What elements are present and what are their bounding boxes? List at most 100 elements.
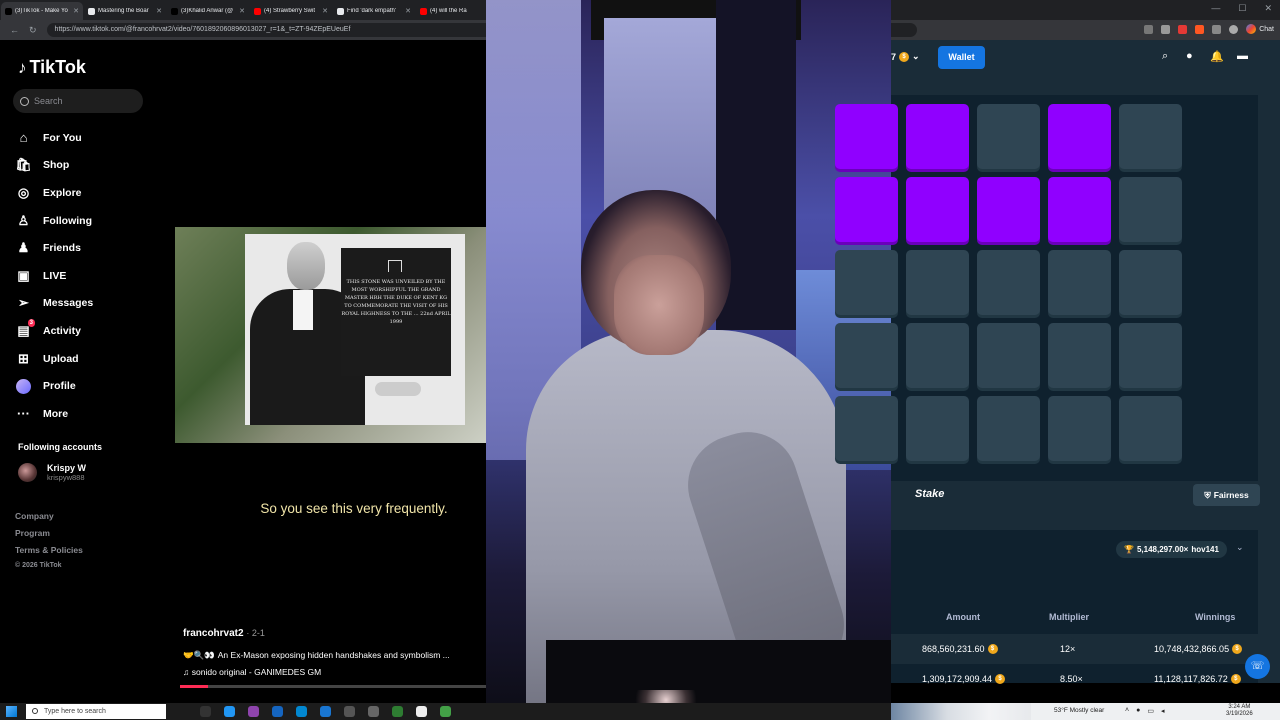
reload-icon[interactable]: ↻ <box>29 25 37 36</box>
sidebar-item-more[interactable]: ··· More <box>16 400 93 428</box>
mine-tile[interactable] <box>1119 250 1182 315</box>
gem-tile[interactable] <box>977 177 1040 242</box>
mine-tile[interactable] <box>835 177 898 242</box>
chat-button[interactable]: Chat <box>1246 24 1274 34</box>
top-win-badge[interactable]: 🏆 5,148,297.00× hov141 <box>1116 541 1227 558</box>
sidebar-item-live[interactable]: ▣ LIVE <box>16 262 93 290</box>
sidebar-item-following[interactable]: ♙ Following <box>16 207 93 235</box>
gem-tile[interactable] <box>906 177 969 242</box>
bookmark-star-icon[interactable] <box>1161 24 1171 34</box>
app-icon[interactable] <box>440 706 451 717</box>
profile-icon[interactable] <box>1229 24 1239 34</box>
mine-tile[interactable] <box>977 396 1040 461</box>
extension-red-icon[interactable] <box>1178 24 1188 34</box>
close-tab-icon[interactable]: ✕ <box>73 7 79 15</box>
chevron-down-icon[interactable]: ⌄ <box>1236 542 1244 553</box>
app-icon[interactable] <box>320 706 331 717</box>
maximize-icon[interactable]: ☐ <box>1238 3 1246 14</box>
gem-tile[interactable] <box>906 104 969 169</box>
footer-link[interactable]: Company <box>15 511 83 528</box>
windows-start-icon[interactable] <box>6 706 17 717</box>
chevron-up-icon[interactable]: ˄ <box>1125 707 1129 715</box>
app-icon[interactable] <box>368 706 379 717</box>
mine-tile[interactable] <box>1048 396 1111 461</box>
video-author[interactable]: francohrvat2 · 2-1 <box>183 628 265 639</box>
sidebar-item-messages[interactable]: ➢ Messages <box>16 290 93 318</box>
taskbar-clock[interactable]: 3:24 AM 3/19/2026 <box>1226 704 1253 718</box>
search-icon[interactable]: ⌕ <box>1162 50 1168 63</box>
close-tab-icon[interactable]: ✕ <box>239 7 245 15</box>
wallet-button[interactable]: Wallet <box>938 46 985 69</box>
footer-link[interactable]: Terms & Policies <box>15 545 83 562</box>
minimize-icon[interactable]: — <box>1211 3 1220 14</box>
close-tab-icon[interactable]: ✕ <box>156 7 162 15</box>
weather-widget[interactable]: 53°F Mostly clear <box>1054 707 1104 714</box>
sidebar-item-explore[interactable]: ◎ Explore <box>16 179 93 207</box>
fairness-button[interactable]: ⛨ Fairness <box>1193 484 1260 506</box>
sidebar-item-for-you[interactable]: ⌂ For You <box>16 124 93 152</box>
mine-tile[interactable] <box>977 104 1040 169</box>
extension-orange-icon[interactable] <box>1195 24 1205 34</box>
browser-tab[interactable]: (3)Khalid Anwar (@ ✕ <box>167 2 249 20</box>
mine-tile[interactable] <box>835 104 898 169</box>
mine-tile[interactable] <box>1119 323 1182 388</box>
gem-tile[interactable] <box>1048 104 1111 169</box>
table-row[interactable]: 868,560,231.60 $ 12× 10,748,432,866.05 $ <box>891 634 1258 664</box>
bell-icon[interactable]: 🔔 <box>1210 50 1224 63</box>
browser-tab[interactable]: Find 'dark empath' ✕ <box>333 2 415 20</box>
support-chat-button[interactable]: ☏ <box>1245 654 1270 679</box>
mine-tile[interactable] <box>977 250 1040 315</box>
sidebar-item-label: LIVE <box>43 269 67 282</box>
app-icon[interactable] <box>392 706 403 717</box>
video-frame[interactable]: THIS STONE WAS UNVEILED BY THE MOST WORS… <box>175 227 486 443</box>
sidebar-item-profile[interactable]: Profile <box>16 372 93 400</box>
app-icon[interactable] <box>296 706 307 717</box>
close-tab-icon[interactable]: ✕ <box>405 7 411 15</box>
mine-tile[interactable] <box>906 250 969 315</box>
mine-tile[interactable] <box>906 323 969 388</box>
close-tab-icon[interactable]: ✕ <box>322 7 328 15</box>
footer-link[interactable]: Program <box>15 528 83 545</box>
mine-tile[interactable] <box>835 396 898 461</box>
mine-tile[interactable] <box>1048 323 1111 388</box>
browser-tab[interactable]: Mastering the Boar ✕ <box>84 2 166 20</box>
app-icon[interactable] <box>272 706 283 717</box>
zoom-icon[interactable] <box>1144 24 1154 34</box>
close-icon[interactable]: ✕ <box>1264 3 1272 14</box>
browser-tab[interactable]: (3)TikTok - Make Yo ✕ <box>1 2 83 20</box>
mine-tile[interactable] <box>1119 177 1182 242</box>
video-progress-bar[interactable] <box>180 685 486 688</box>
tiktok-logo[interactable]: ♪ TikTok <box>18 57 86 78</box>
mine-tile[interactable] <box>977 323 1040 388</box>
mic-icon[interactable]: ● <box>1136 707 1140 715</box>
browser-tab[interactable]: (4) Strawberry Swit ✕ <box>250 2 332 20</box>
balance-display[interactable]: 7 $ ⌄ <box>891 51 920 62</box>
volume-icon[interactable]: ◂ <box>1161 707 1165 715</box>
sidebar-item-upload[interactable]: ⊞ Upload <box>16 345 93 373</box>
network-icon[interactable]: ▭ <box>1147 707 1154 715</box>
mine-tile[interactable] <box>1119 104 1182 169</box>
chat-icon[interactable]: ▬ <box>1237 50 1248 62</box>
app-icon[interactable] <box>200 706 211 717</box>
mine-tile[interactable] <box>835 323 898 388</box>
app-icon[interactable] <box>344 706 355 717</box>
mine-tile[interactable] <box>1119 396 1182 461</box>
taskbar-search-input[interactable]: Type here to search <box>26 704 166 719</box>
back-icon[interactable]: ← <box>10 25 19 35</box>
app-icon[interactable] <box>224 706 235 717</box>
video-sound[interactable]: ♫ sonido original - GANIMEDES GM <box>183 667 321 677</box>
mine-tile[interactable] <box>1048 250 1111 315</box>
mine-tile[interactable] <box>906 396 969 461</box>
following-account-item[interactable]: Krispy W krispyw888 <box>18 463 86 482</box>
sidebar-item-activity[interactable]: ▤ 3 Activity <box>16 317 93 345</box>
app-icon[interactable] <box>416 706 427 717</box>
extensions-puzzle-icon[interactable] <box>1212 24 1222 34</box>
app-icon[interactable] <box>248 706 259 717</box>
mine-tile[interactable] <box>835 250 898 315</box>
search-input[interactable]: Search <box>13 89 143 113</box>
gem-tile[interactable] <box>1048 177 1111 242</box>
sidebar-item-shop[interactable]: 🛍 Shop <box>15 152 93 180</box>
table-row[interactable]: 1,309,172,909.44 $ 8.50× 11,128,117,826.72 $ <box>891 664 1258 694</box>
sidebar-item-friends[interactable]: ♟ Friends <box>16 234 93 262</box>
user-icon[interactable]: ● <box>1186 50 1193 62</box>
